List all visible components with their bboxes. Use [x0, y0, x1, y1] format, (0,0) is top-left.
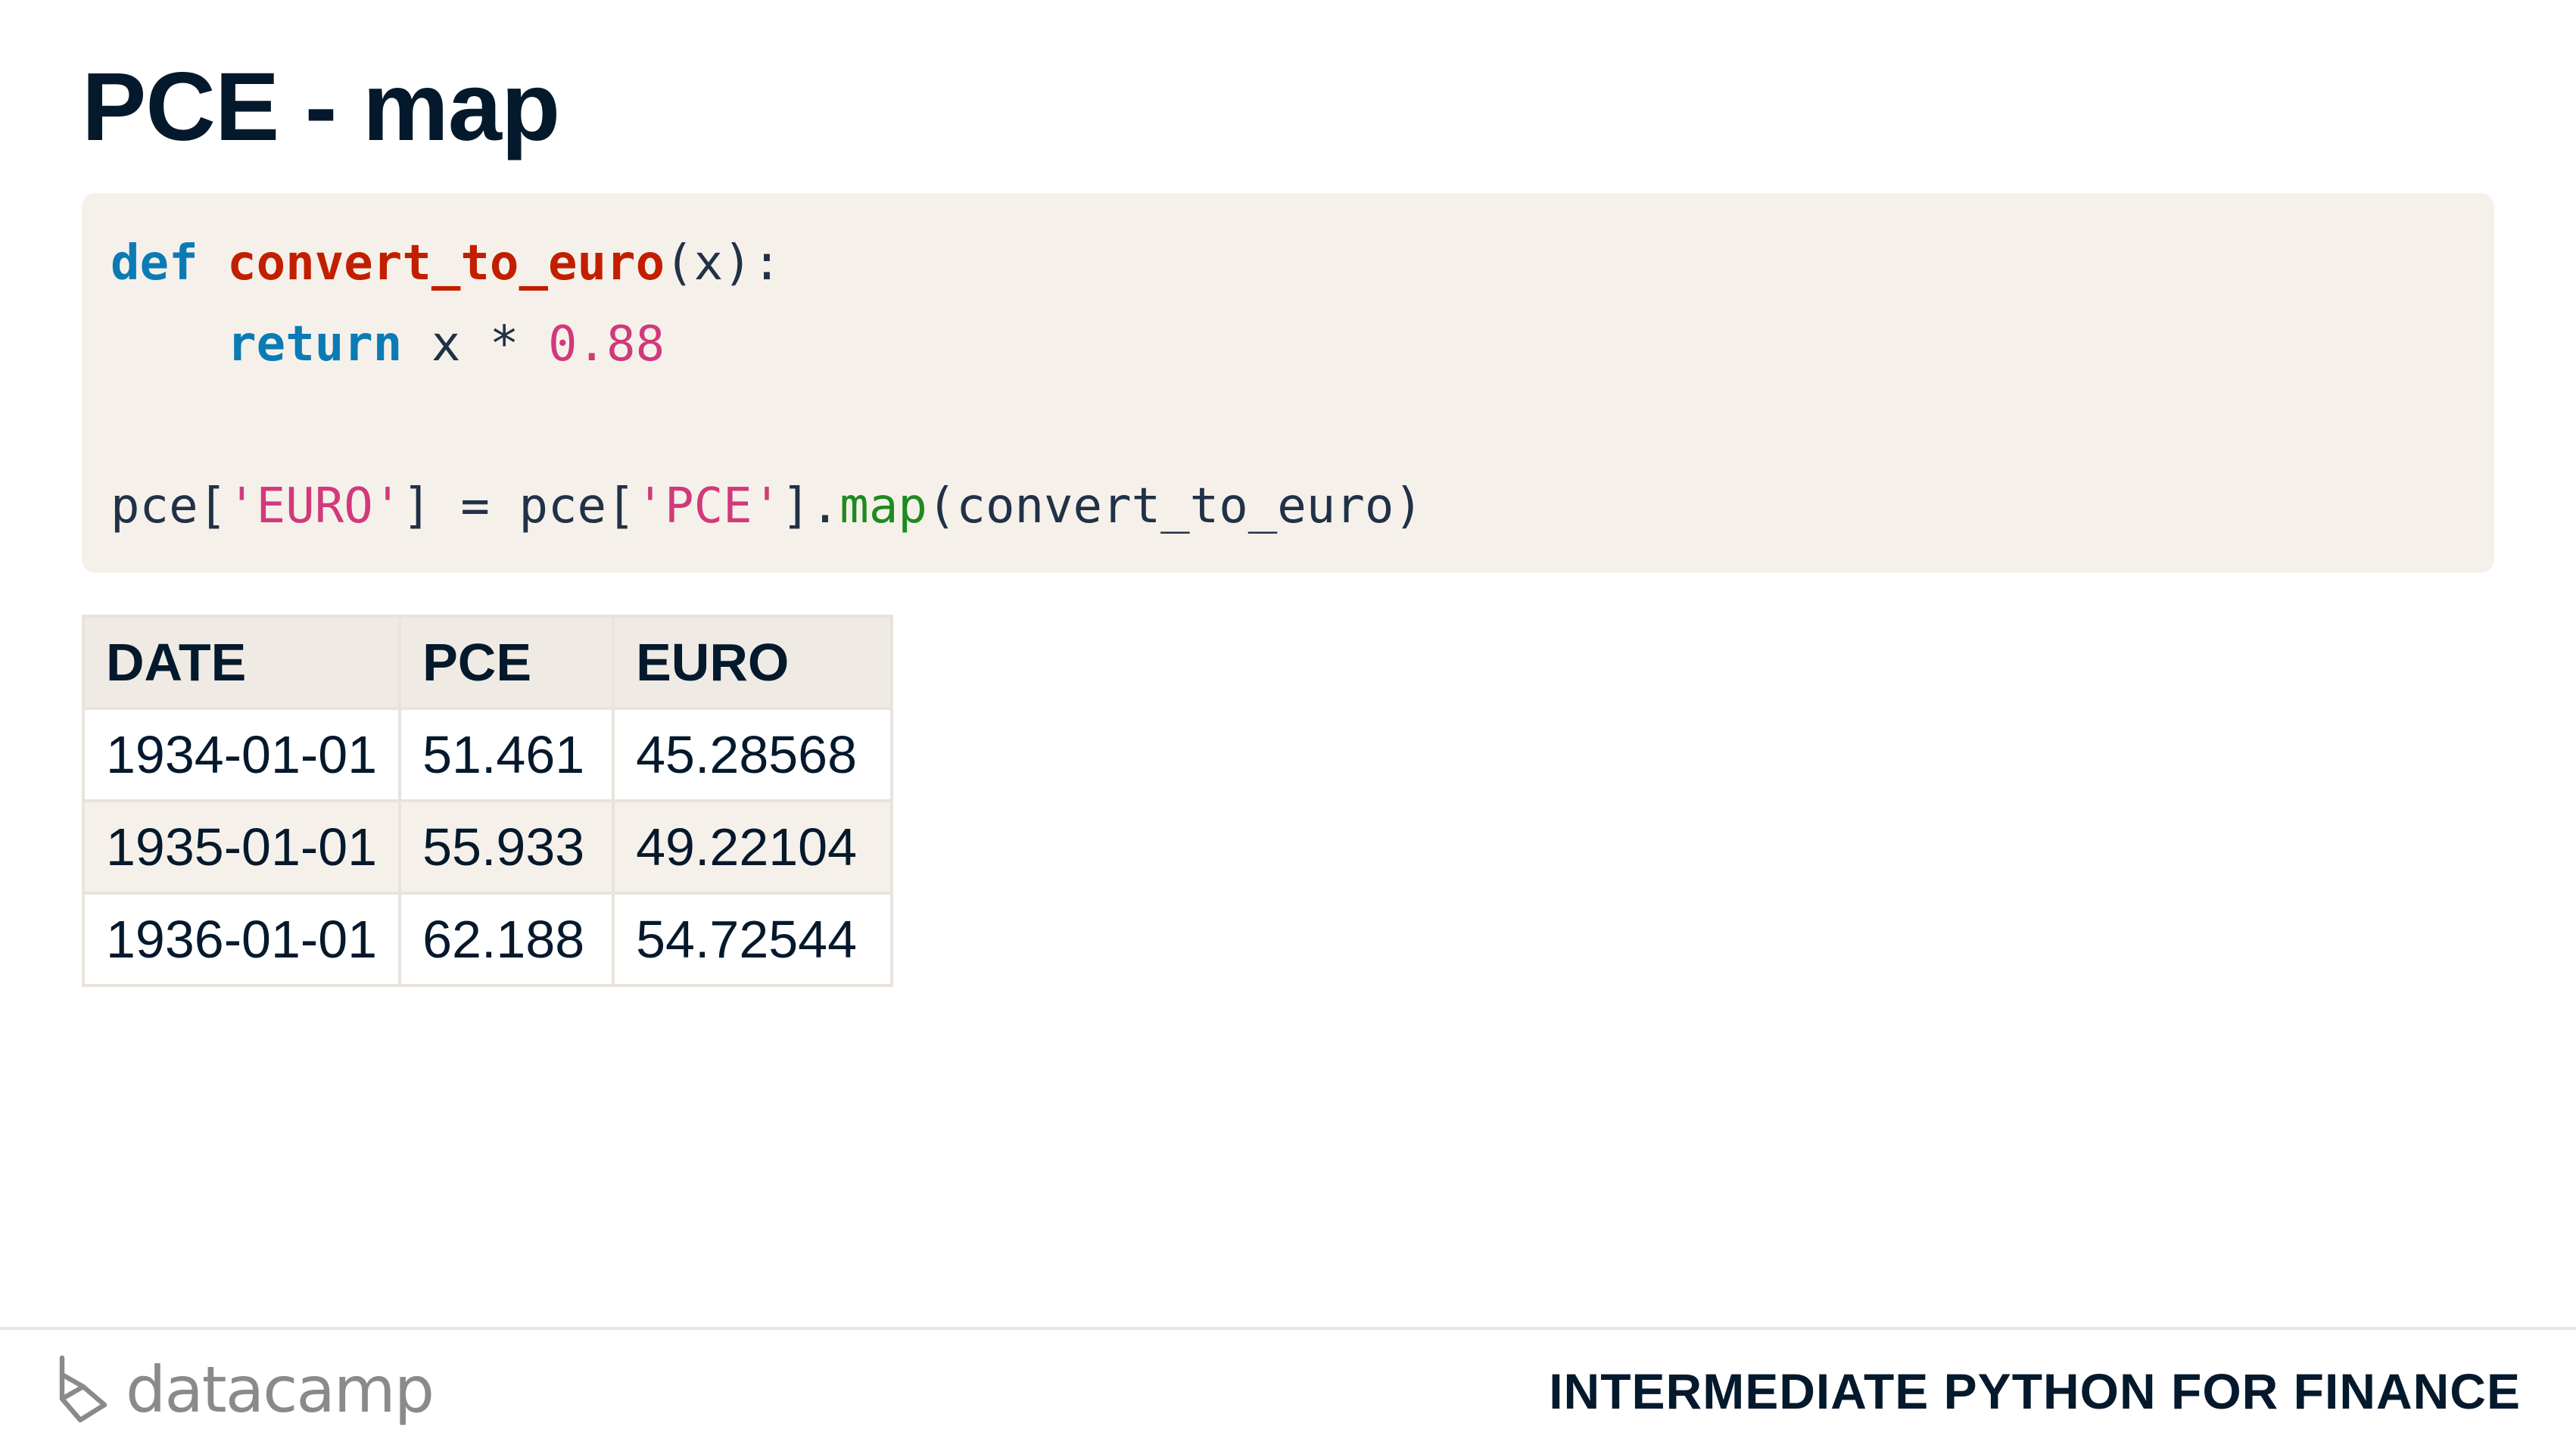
table-row: 1936-01-01 62.188 54.72544: [81, 892, 894, 987]
code-method-map: map: [839, 478, 927, 534]
data-table: DATE PCE EURO 1934-01-01 51.461 45.28568…: [81, 615, 894, 987]
logo-text: datacamp: [126, 1353, 435, 1427]
code-line-1: def convert_to_euro(x):: [111, 223, 2494, 304]
table-row: 1935-01-01 55.933 49.22104: [81, 799, 894, 895]
table-cell-date: 1935-01-01: [81, 799, 402, 895]
course-title: INTERMEDIATE PYTHON FOR FINANCE: [1549, 1363, 2521, 1419]
code-function-name: convert_to_euro: [227, 235, 665, 291]
table-row: 1934-01-01 51.461 45.28568: [81, 707, 894, 802]
code-expression: x *: [402, 316, 548, 372]
table-cell-euro: 45.28568: [612, 707, 894, 802]
slide-title: PCE - map: [82, 53, 560, 161]
code-part: pce[: [111, 478, 228, 534]
code-keyword-def: def: [111, 235, 198, 291]
table-cell-pce: 55.933: [398, 799, 615, 895]
code-block: def convert_to_euro(x): return x * 0.88 …: [82, 193, 2494, 573]
table-cell-euro: 54.72544: [612, 892, 894, 987]
code-part: (convert_to_euro): [927, 478, 1423, 534]
code-line-4: pce['EURO'] = pce['PCE'].map(convert_to_…: [111, 466, 2494, 547]
table-header-row: DATE PCE EURO: [81, 615, 894, 710]
code-params: (x):: [665, 235, 782, 291]
datacamp-logo-icon: [59, 1355, 107, 1423]
table-cell-euro: 49.22104: [612, 799, 894, 895]
table-header-date: DATE: [81, 615, 402, 710]
code-line-2: return x * 0.88: [111, 304, 2494, 385]
code-part: ].: [781, 478, 840, 534]
code-string-euro: 'EURO': [227, 478, 403, 534]
footer-divider: [0, 1327, 2576, 1330]
table-cell-date: 1934-01-01: [81, 707, 402, 802]
code-number: 0.88: [547, 316, 665, 372]
table-header-pce: PCE: [398, 615, 615, 710]
table-cell-pce: 62.188: [398, 892, 615, 987]
datacamp-logo: datacamp: [53, 1352, 435, 1428]
table-header-euro: EURO: [612, 615, 894, 710]
table-cell-pce: 51.461: [398, 707, 615, 802]
table-cell-date: 1936-01-01: [81, 892, 402, 987]
code-string-pce: 'PCE': [635, 478, 782, 534]
code-part: ] = pce[: [402, 478, 636, 534]
code-keyword-return: return: [227, 316, 403, 372]
